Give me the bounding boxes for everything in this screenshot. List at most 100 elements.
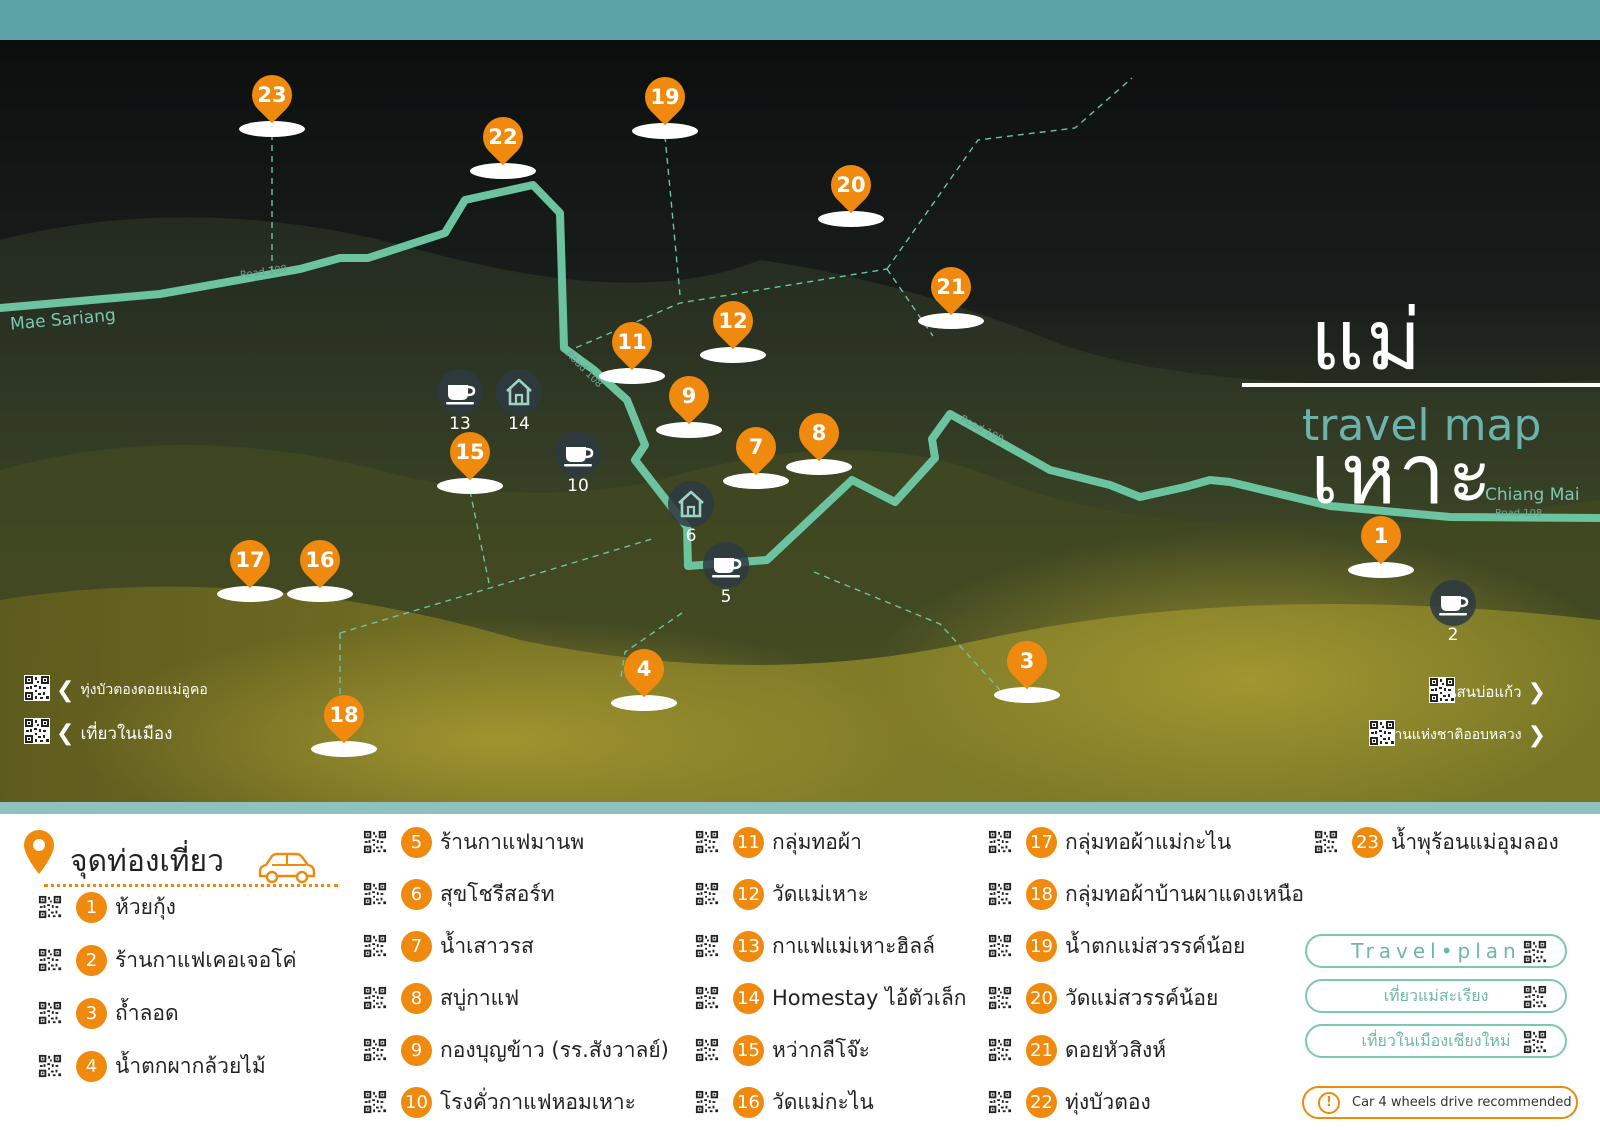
- qr-code-icon: [363, 986, 387, 1010]
- pin-number: 20: [836, 173, 866, 197]
- place-number: 21: [1026, 1034, 1057, 1066]
- place-number: 13: [733, 930, 764, 962]
- pin-number: 17: [235, 548, 265, 572]
- qr-code-icon: [695, 830, 719, 854]
- place-number: 6: [401, 878, 432, 910]
- legend-item[interactable]: 23 น้ำพุร้อนแม่อุมลอง: [1314, 824, 1559, 860]
- chiang-mai-trip-button[interactable]: เที่ยวในเมืองเชียงใหม่: [1305, 1024, 1567, 1058]
- legend-item[interactable]: 1 ห้วยกุ้ง: [38, 889, 176, 925]
- pin-number: 16: [305, 548, 335, 572]
- home-icon[interactable]: [496, 369, 542, 415]
- legend-item[interactable]: 6 สุขโชรีสอร์ท: [363, 876, 555, 912]
- qr-code-icon: [363, 830, 387, 854]
- legend-item[interactable]: 18 กลุ่มทอผ้าบ้านผาแดงเหนือ: [988, 876, 1304, 912]
- pin-shadow: [1348, 562, 1414, 578]
- map-pin-4[interactable]: 4: [611, 640, 677, 711]
- place-name: Homestay ไอ้ตัวเล็ก: [772, 985, 967, 1010]
- cafe-icon[interactable]: [555, 431, 601, 477]
- qr-code-icon: [38, 948, 62, 972]
- legend-item[interactable]: 3 ถ้ำลอด: [38, 995, 179, 1031]
- place-number: 18: [1026, 878, 1057, 910]
- place-name: สบู่กาแฟ: [440, 985, 520, 1010]
- cafe-icon[interactable]: [1430, 580, 1476, 626]
- map-pin-8[interactable]: 8: [786, 404, 852, 475]
- legend-item[interactable]: 20 วัดแม่สวรรค์น้อย: [988, 980, 1218, 1016]
- place-number: 7: [401, 930, 432, 962]
- map-pin-23[interactable]: 23: [239, 66, 305, 137]
- place-number: 9: [401, 1034, 432, 1066]
- legend-item[interactable]: 22 ทุ่งบัวตอง: [988, 1084, 1151, 1120]
- car-icon: [258, 852, 316, 884]
- map-pin-15[interactable]: 15: [437, 423, 503, 494]
- place-name: ถ้ำลอด: [115, 1000, 179, 1025]
- legend-item[interactable]: 9 กองบุญข้าว (รร.สังวาลย์): [363, 1032, 669, 1068]
- qr-code-icon: [1523, 985, 1547, 1009]
- place-number: 15: [733, 1034, 764, 1066]
- button-label: เที่ยวในเมืองเชียงใหม่: [1361, 1030, 1511, 1050]
- legend-item[interactable]: 19 น้ำตกแม่สวรรค์น้อย: [988, 928, 1245, 964]
- qr-code-icon: [695, 1090, 719, 1114]
- legend-item[interactable]: 10 โรงคั่วกาแฟหอมเหาะ: [363, 1084, 636, 1120]
- place-name: ดอยหัวสิงห์: [1065, 1037, 1167, 1062]
- page-subtitle: travel map: [1302, 400, 1542, 451]
- legend-item[interactable]: 13 กาแฟแม่เหาะฮิลล์: [695, 928, 935, 964]
- map-pin-17[interactable]: 17: [217, 531, 283, 602]
- legend-item[interactable]: 12 วัดแม่เหาะ: [695, 876, 869, 912]
- place-number: 14: [733, 982, 764, 1014]
- map-pin-11[interactable]: 11: [599, 313, 665, 384]
- qr-code-icon: [988, 934, 1012, 958]
- place-number: 17: [1026, 826, 1057, 858]
- legend-item[interactable]: 14 Homestay ไอ้ตัวเล็ก: [695, 980, 967, 1016]
- map-pin-9[interactable]: 9: [656, 367, 722, 438]
- button-label: Travel•plan: [1351, 939, 1521, 963]
- place-name: ห้วยกุ้ง: [115, 894, 176, 919]
- place-number: 3: [76, 997, 107, 1029]
- nav-right-pine[interactable]: สวนสนบ่อแก้ว ❯: [1428, 677, 1578, 707]
- map-pin-3[interactable]: 3: [994, 632, 1060, 703]
- place-name: ทุ่งบัวตอง: [1065, 1089, 1151, 1114]
- nav-left-city[interactable]: ❮ เที่ยวในเมือง: [24, 718, 172, 748]
- map-pin-20[interactable]: 20: [818, 156, 884, 227]
- mae-sariang-trip-button[interactable]: เที่ยวแม่สะเรียง: [1305, 979, 1567, 1013]
- map-pin-12[interactable]: 12: [700, 292, 766, 363]
- legend-item[interactable]: 4 น้ำตกผากล้วยไม้: [38, 1048, 266, 1084]
- map-pin-7[interactable]: 7: [723, 418, 789, 489]
- qr-code-icon: [988, 830, 1012, 854]
- map-pin-22[interactable]: 22: [470, 108, 536, 179]
- nav-right-ob-luang[interactable]: อุทยานแห่งชาติออบหลวง ❯: [1368, 720, 1578, 750]
- place-name: กลุ่มทอผ้าแม่กะไน: [1065, 829, 1232, 854]
- legend-item[interactable]: 5 ร้านกาแฟมานพ: [363, 824, 584, 860]
- home-icon[interactable]: [668, 481, 714, 527]
- legend-title-underline: [44, 884, 338, 887]
- travel-plan-button[interactable]: Travel•plan: [1305, 934, 1567, 968]
- place-name: กลุ่มทอผ้า: [772, 829, 862, 854]
- map-pin-21[interactable]: 21: [918, 258, 984, 329]
- nav-left-bua-tong[interactable]: ❮ ทุ่งบัวตองดอยแม่อูคอ: [24, 675, 208, 705]
- legend-item[interactable]: 16 วัดแม่กะไน: [695, 1084, 874, 1120]
- legend-item[interactable]: 17 กลุ่มทอผ้าแม่กะไน: [988, 824, 1231, 860]
- map-pin-19[interactable]: 19: [632, 68, 698, 139]
- qr-code-icon: [988, 1090, 1012, 1114]
- cafe-icon[interactable]: [703, 542, 749, 588]
- qr-code-icon: [1552, 722, 1578, 748]
- legend-item[interactable]: 2 ร้านกาแฟเคอเจอโค่: [38, 942, 297, 978]
- legend-item[interactable]: 8 สบู่กาแฟ: [363, 980, 519, 1016]
- legend-item[interactable]: 15 หว่ากลีโจ๊ะ: [695, 1032, 870, 1068]
- pin-shadow: [786, 459, 852, 475]
- legend-item[interactable]: 7 น้ำเสาวรส: [363, 928, 534, 964]
- qr-code-icon: [38, 1054, 62, 1078]
- qr-code-icon: [363, 1038, 387, 1062]
- pin-shadow: [656, 422, 722, 438]
- map-pin-18[interactable]: 18: [311, 686, 377, 757]
- place-name: น้ำตกแม่สวรรค์น้อย: [1065, 933, 1246, 958]
- legend-title: จุดท่องเที่ยว: [70, 844, 224, 879]
- pin-number: 22: [488, 125, 518, 149]
- legend-item[interactable]: 21 ดอยหัวสิงห์: [988, 1032, 1166, 1068]
- map-area: Mae Sariang Chiang Mai Road 108 Road 108…: [0, 40, 1600, 802]
- place-name: วัดแม่สวรรค์น้อย: [1065, 985, 1219, 1010]
- cafe-icon[interactable]: [437, 369, 483, 415]
- legend-item[interactable]: 11 กลุ่มทอผ้า: [695, 824, 862, 860]
- pin-shadow: [287, 586, 353, 602]
- map-pin-16[interactable]: 16: [287, 531, 353, 602]
- qr-code-icon: [695, 934, 719, 958]
